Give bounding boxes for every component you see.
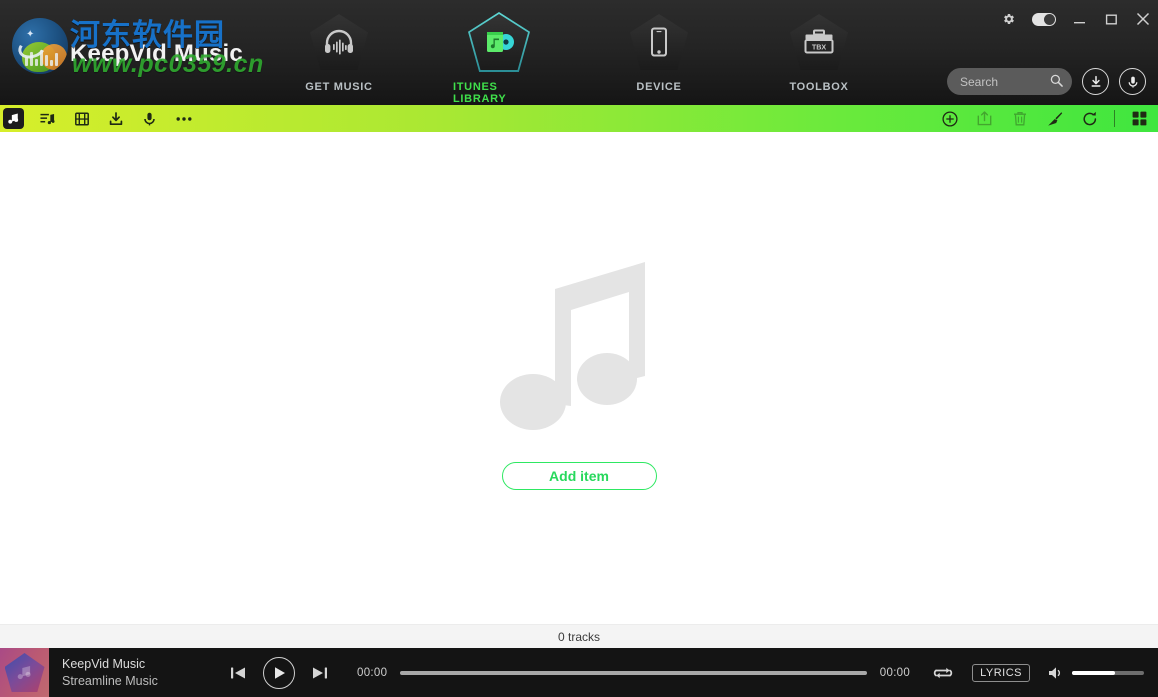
minimize-icon[interactable]: [1070, 10, 1088, 28]
total-time: 00:00: [879, 666, 911, 679]
music-note-large-icon: [495, 254, 663, 434]
player-right-controls: LYRICS: [932, 663, 1144, 682]
header-search-cluster: [947, 68, 1146, 95]
nav-label-toolbox: TOOLBOX: [789, 81, 849, 93]
seek-area: 00:00 00:00: [357, 667, 910, 679]
refresh-icon[interactable]: [1079, 108, 1100, 129]
toolbox-icon: TBX: [790, 14, 848, 70]
nav-label-device: DEVICE: [636, 81, 682, 93]
brand-logo: ✦ KeepVid Music www.pc0359.cn 河东软件园: [8, 8, 298, 80]
content-toolbar: [0, 105, 1158, 132]
toolbar-right-group: [939, 108, 1150, 129]
headphones-icon: [310, 14, 368, 70]
volume-control: [1048, 666, 1144, 680]
nav-item-get-music[interactable]: GET MUSIC: [293, 12, 385, 105]
status-bar: 0 tracks: [0, 624, 1158, 648]
playlist-icon[interactable]: [37, 108, 58, 129]
download-icon[interactable]: [105, 108, 126, 129]
itunes-library-icon: [470, 14, 528, 70]
mode-toggle-switch[interactable]: [1032, 12, 1056, 26]
next-icon[interactable]: [312, 666, 328, 680]
toolbar-left-group: [3, 108, 194, 129]
maximize-icon[interactable]: [1102, 10, 1120, 28]
close-icon[interactable]: [1134, 10, 1152, 28]
settings-gear-icon[interactable]: [1000, 10, 1018, 28]
library-content-area: Add item: [0, 132, 1158, 624]
broom-icon[interactable]: [1044, 108, 1065, 129]
nav-item-toolbox[interactable]: TBX TOOLBOX: [773, 12, 865, 105]
phone-icon: [630, 14, 688, 70]
repeat-icon[interactable]: [932, 664, 954, 682]
export-icon[interactable]: [974, 108, 995, 129]
video-icon[interactable]: [71, 108, 92, 129]
brand-mark-icon: ✦: [12, 18, 68, 74]
previous-icon[interactable]: [230, 666, 246, 680]
volume-slider[interactable]: [1072, 670, 1144, 675]
now-playing-title: KeepVid Music: [62, 657, 146, 671]
grid-view-icon[interactable]: [1129, 108, 1150, 129]
toolbar-divider: [1114, 110, 1115, 127]
nav-label-itunes-library: ITUNES LIBRARY: [453, 81, 507, 105]
watermark-cn: 河东软件园: [70, 18, 225, 53]
more-icon[interactable]: [173, 108, 194, 129]
nav-label-get-music: GET MUSIC: [305, 81, 373, 93]
volume-fill: [1072, 670, 1116, 675]
now-playing-meta: KeepVid Music Streamline Music: [62, 657, 222, 688]
search-box[interactable]: [947, 68, 1141, 95]
microphone-icon[interactable]: [139, 108, 160, 129]
nav-item-itunes-library[interactable]: ITUNES LIBRARY: [453, 12, 545, 105]
seek-slider[interactable]: [400, 670, 867, 675]
app-header: ✦ KeepVid Music www.pc0359.cn 河东软件园 GET …: [0, 0, 1158, 105]
search-icon: [1050, 74, 1063, 92]
trash-icon[interactable]: [1009, 108, 1030, 129]
search-input[interactable]: [947, 68, 1141, 95]
add-circle-icon[interactable]: [939, 108, 960, 129]
elapsed-time: 00:00: [357, 666, 388, 679]
music-note-icon[interactable]: [3, 108, 24, 129]
play-icon[interactable]: [263, 656, 295, 689]
svg-text:TBX: TBX: [812, 42, 827, 51]
watermark-url: www.pc0359.cn: [72, 50, 264, 78]
now-playing-subtitle: Streamline Music: [62, 674, 158, 688]
lyrics-button[interactable]: LYRICS: [972, 663, 1030, 682]
window-controls: [1000, 10, 1152, 28]
track-count-label: 0 tracks: [557, 629, 600, 644]
nav-item-device[interactable]: DEVICE: [613, 12, 705, 105]
volume-icon[interactable]: [1048, 666, 1064, 680]
album-art: [0, 648, 49, 697]
transport-controls: [230, 656, 328, 689]
add-item-button[interactable]: Add item: [501, 462, 657, 490]
player-bar: KeepVid Music Streamline Music 00:00 00:…: [0, 648, 1158, 697]
application-window: ✦ KeepVid Music www.pc0359.cn 河东软件园 GET …: [0, 0, 1158, 697]
